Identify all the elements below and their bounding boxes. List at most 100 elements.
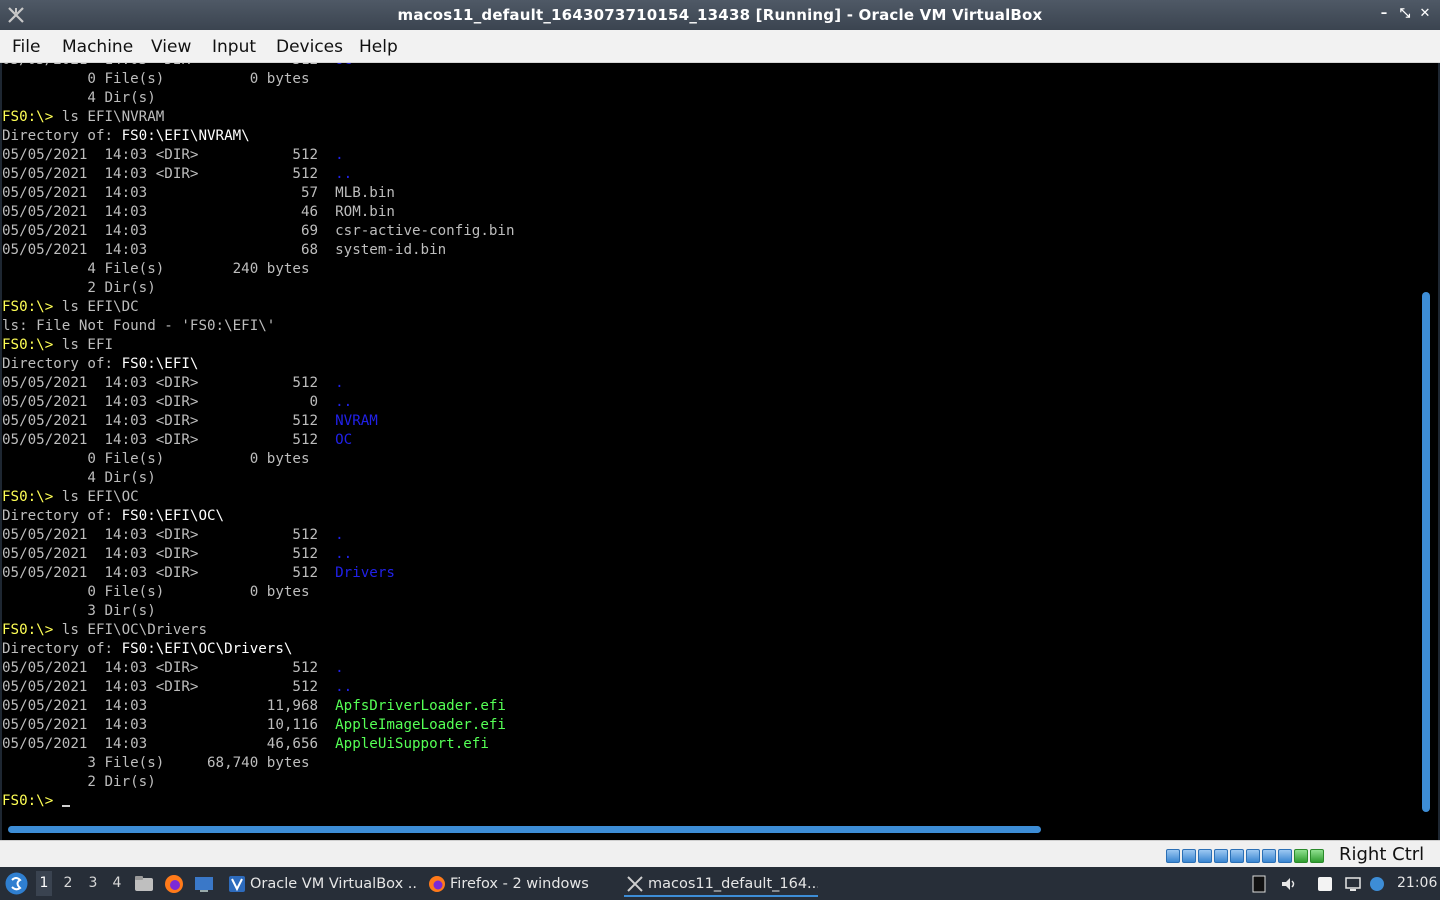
console-line: 05/05/2021 14:03 <DIR> 512 . bbox=[2, 146, 515, 165]
shell-prompt: FS0:\> bbox=[2, 299, 62, 315]
console-text: 4 Dir(s) bbox=[2, 90, 156, 106]
shell-prompt: FS0:\> bbox=[2, 622, 62, 638]
start-menu-icon[interactable] bbox=[4, 871, 29, 896]
task-vm-window[interactable]: macos11_default_164... bbox=[624, 871, 818, 897]
menu-file[interactable]: File bbox=[12, 37, 40, 57]
console-line: 05/05/2021 14:03 <DIR> 512 OC bbox=[2, 431, 515, 450]
console-text: 2 Dir(s) bbox=[2, 774, 156, 790]
console-text: Directory of: bbox=[2, 641, 122, 657]
console-text: 05/05/2021 14:03 <DIR> 512 bbox=[2, 527, 336, 543]
menu-view[interactable]: View bbox=[151, 37, 191, 57]
file-manager-icon[interactable] bbox=[134, 874, 154, 894]
window-title-bar[interactable]: macos11_default_1643073710154_13438 [Run… bbox=[0, 0, 1440, 30]
mouse-integration-icon[interactable] bbox=[1310, 848, 1324, 863]
console-line: 05/05/2021 14:03 <DIR> 512 . bbox=[2, 374, 515, 393]
console-line: FS0:\> bbox=[2, 792, 515, 811]
console-text: .. bbox=[335, 679, 353, 695]
console-line: 05/05/2021 14:03 68 system-id.bin bbox=[2, 241, 515, 260]
console-text: . bbox=[335, 527, 344, 543]
menu-help[interactable]: Help bbox=[359, 37, 398, 57]
console-line: 05/05/2021 14:03 <DIR> 512 .. bbox=[2, 545, 515, 564]
console-text: AppleImageLoader.efi bbox=[335, 717, 506, 733]
console-text: OC bbox=[335, 432, 353, 448]
console-text: 05/05/2021 14:03 <DIR> 512 bbox=[2, 166, 336, 182]
console-text: 0 File(s) 0 bytes bbox=[2, 451, 310, 467]
shell-prompt: FS0:\> bbox=[2, 793, 62, 809]
firefox-icon bbox=[429, 876, 445, 892]
audio-icon[interactable] bbox=[1198, 848, 1212, 863]
menu-machine[interactable]: Machine bbox=[62, 37, 133, 57]
desktop-icon[interactable] bbox=[194, 874, 214, 894]
console-text: 3 File(s) 68,740 bytes bbox=[2, 755, 310, 771]
network-tray-icon[interactable] bbox=[1344, 875, 1362, 893]
console-text: 05/05/2021 14:03 10,116 bbox=[2, 717, 336, 733]
maximize-button[interactable]: ⤡ bbox=[1396, 5, 1414, 23]
task-virtualbox-manager[interactable]: Oracle VM VirtualBox ... bbox=[226, 871, 418, 897]
menu-input[interactable]: Input bbox=[212, 37, 256, 57]
firefox-launcher-icon[interactable] bbox=[164, 874, 184, 894]
console-text: 05/05/2021 14:03 46,656 bbox=[2, 736, 336, 752]
console-text: .. bbox=[335, 166, 353, 182]
clock: 21:06 bbox=[1397, 875, 1438, 891]
console-line: 0 File(s) 0 bytes bbox=[2, 583, 515, 602]
display-icon[interactable] bbox=[1262, 848, 1276, 863]
optical-drive-icon[interactable] bbox=[1182, 848, 1196, 863]
console-line: 05/05/2021 14:03 10,116 AppleImageLoader… bbox=[2, 716, 515, 735]
workspace-2[interactable]: 2 bbox=[60, 875, 76, 891]
console-text: ls EFI\OC\Drivers bbox=[61, 622, 208, 638]
console-text: Directory of: bbox=[2, 508, 122, 524]
shell-prompt: FS0:\> bbox=[2, 489, 62, 505]
console-text: AppleUiSupport.efi bbox=[335, 736, 489, 752]
console-text: 05/05/2021 14:03 <DIR> 512 bbox=[2, 660, 336, 676]
workspace-4[interactable]: 4 bbox=[109, 875, 125, 891]
console-text: FS0:\EFI\OC\ bbox=[121, 508, 225, 524]
console-text: FS0:\EFI\OC\Drivers\ bbox=[121, 641, 293, 657]
shared-folders-icon[interactable] bbox=[1246, 848, 1260, 863]
console-line: 0 File(s) 0 bytes bbox=[2, 70, 515, 89]
console-text: 4 File(s) 240 bytes bbox=[2, 261, 310, 277]
console-text: 0 File(s) 0 bytes bbox=[2, 584, 310, 600]
uefi-shell-console[interactable]: 05/05/2021 14:03 <DIR> 512 OC 0 File(s) … bbox=[2, 63, 515, 811]
console-line: 05/05/2021 14:03 69 csr-active-config.bi… bbox=[2, 222, 515, 241]
console-line: 0 File(s) 0 bytes bbox=[2, 450, 515, 469]
notes-tray-icon[interactable] bbox=[1316, 875, 1334, 893]
console-line: 05/05/2021 14:03 <DIR> 512 OC bbox=[2, 63, 515, 70]
task-label: Oracle VM VirtualBox ... bbox=[250, 876, 418, 892]
vertical-scrollbar[interactable] bbox=[1422, 292, 1430, 812]
minimize-button[interactable]: – bbox=[1375, 5, 1393, 23]
console-line: 05/05/2021 14:03 <DIR> 512 . bbox=[2, 659, 515, 678]
workspace-3[interactable]: 3 bbox=[85, 875, 101, 891]
task-firefox[interactable]: Firefox - 2 windows bbox=[426, 871, 616, 897]
console-line: FS0:\> ls EFI\NVRAM bbox=[2, 108, 515, 127]
console-line: 05/05/2021 14:03 <DIR> 512 NVRAM bbox=[2, 412, 515, 431]
horizontal-scrollbar[interactable] bbox=[8, 826, 1041, 833]
recording-icon[interactable] bbox=[1278, 848, 1292, 863]
usb-icon[interactable] bbox=[1230, 848, 1244, 863]
console-line: Directory of: FS0:\EFI\OC\ bbox=[2, 507, 515, 526]
hard-disk-icon[interactable] bbox=[1166, 848, 1180, 863]
console-line: Directory of: FS0:\EFI\ bbox=[2, 355, 515, 374]
console-line: 05/05/2021 14:03 <DIR> 512 .. bbox=[2, 678, 515, 697]
console-text: 05/05/2021 14:03 <DIR> 512 bbox=[2, 565, 336, 581]
volume-icon[interactable] bbox=[1280, 875, 1298, 893]
console-text: OC bbox=[335, 63, 352, 68]
vm-guest-screen[interactable]: 05/05/2021 14:03 <DIR> 512 OC 0 File(s) … bbox=[2, 63, 1438, 840]
update-tray-icon[interactable] bbox=[1368, 875, 1386, 893]
cpu-activity-icon[interactable] bbox=[1294, 848, 1308, 863]
console-line: 3 Dir(s) bbox=[2, 602, 515, 621]
console-line: Directory of: FS0:\EFI\NVRAM\ bbox=[2, 127, 515, 146]
console-text: 05/05/2021 14:03 <DIR> 512 bbox=[2, 546, 336, 562]
close-button[interactable]: ✕ bbox=[1416, 5, 1434, 23]
console-text: 05/05/2021 14:03 57 MLB.bin bbox=[2, 185, 395, 201]
task-label: Firefox - 2 windows bbox=[450, 876, 589, 892]
console-line: 4 Dir(s) bbox=[2, 469, 515, 488]
console-line: FS0:\> ls EFI\OC\Drivers bbox=[2, 621, 515, 640]
clipboard-tray-icon[interactable] bbox=[1250, 875, 1268, 893]
console-text: 2 Dir(s) bbox=[2, 280, 156, 296]
shell-prompt: FS0:\> bbox=[2, 337, 62, 353]
menu-devices[interactable]: Devices bbox=[276, 37, 343, 57]
workspace-1[interactable]: 1 bbox=[36, 871, 52, 896]
network-icon[interactable] bbox=[1214, 848, 1228, 863]
console-line: FS0:\> ls EFI bbox=[2, 336, 515, 355]
console-line: 2 Dir(s) bbox=[2, 773, 515, 792]
